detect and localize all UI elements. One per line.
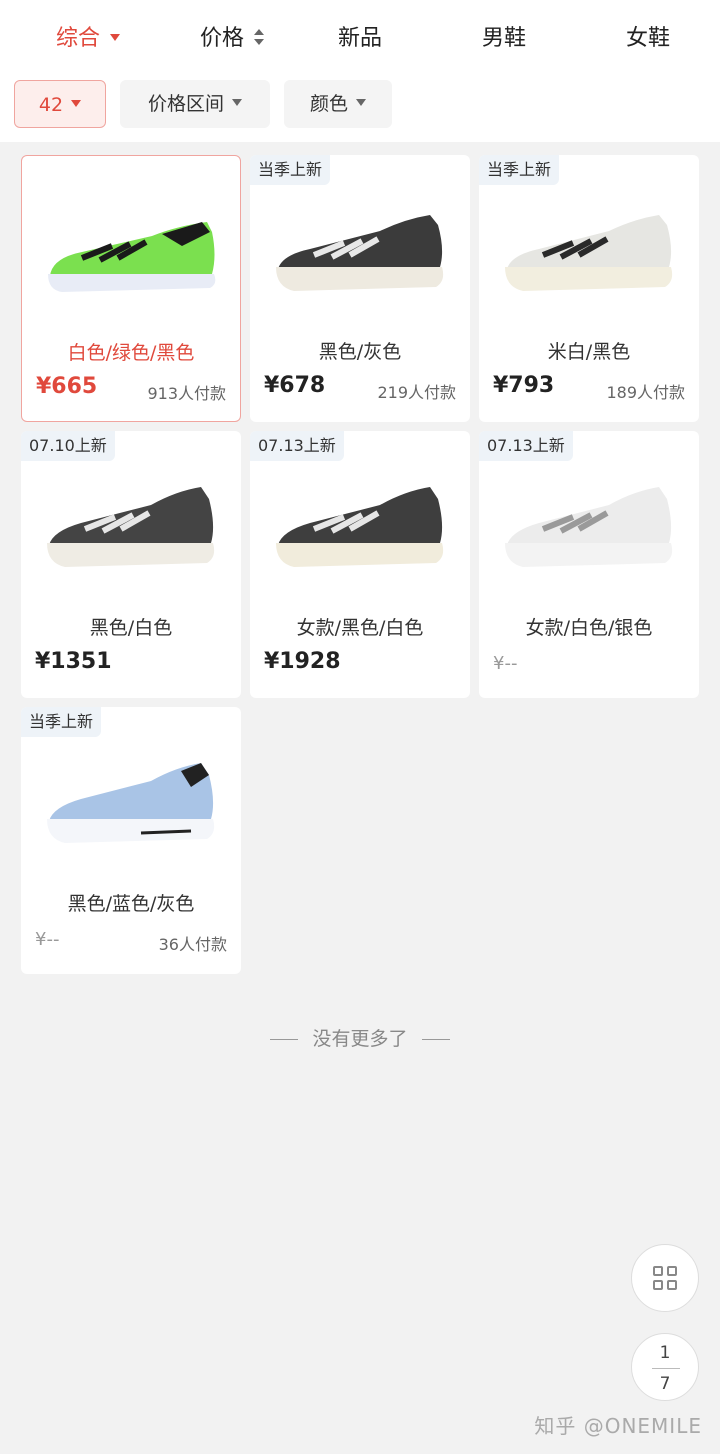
tab-label: 男鞋 [481,26,526,51]
divider [421,1039,450,1040]
current-page: 1 [659,1343,671,1363]
paid-count: 219人付款 [377,383,456,402]
product-price: ¥678 [264,373,326,398]
new-badge: 07.10上新 [21,431,115,461]
shoe-image [276,487,444,567]
page-indicator[interactable]: 1 7 [631,1333,699,1401]
product-price: ¥1351 [35,649,112,674]
tab-comprehensive[interactable]: 综合 [48,22,128,56]
dropdown-arrow-icon [110,33,120,41]
product-name: 女款/黑色/白色 [296,617,424,639]
product-card[interactable]: 07.10上新 黑色/白色 ¥1351 [21,431,241,698]
product-card[interactable]: 当季上新 黑色/蓝色/灰色 ¥-- 36人付款 [21,707,241,974]
tab-new[interactable]: 新品 [320,22,400,56]
grid-view-button[interactable] [631,1244,699,1312]
divider [270,1039,299,1040]
tab-men[interactable]: 男鞋 [464,22,544,56]
paid-count: 36人付款 [158,935,227,954]
no-more-indicator: 没有更多了 [0,1024,720,1051]
product-card[interactable]: 当季上新 黑色/灰色 ¥678 219人付款 [250,155,470,422]
product-price: ¥-- [35,929,60,950]
dropdown-arrow-icon [232,99,242,106]
total-pages: 7 [659,1374,671,1394]
paid-count: 913人付款 [147,384,226,403]
no-more-text: 没有更多了 [312,1028,408,1050]
product-price: ¥665 [36,374,98,399]
filter-price-range[interactable]: 价格区间 [120,80,270,128]
product-card[interactable]: 白色/绿色/黑色 ¥665 913人付款 [21,155,241,422]
shoe-image [505,487,673,567]
dropdown-arrow-icon [356,99,366,106]
tab-label: 新品 [337,26,382,51]
product-price: ¥793 [493,373,555,398]
sort-tabs: 综合 价格 新品 男鞋 女鞋 [0,0,720,78]
shoe-image [505,215,673,291]
sort-updown-icon [254,29,264,45]
shoe-image [48,222,216,292]
filter-color[interactable]: 颜色 [284,80,392,128]
product-card[interactable]: 当季上新 米白/黑色 ¥793 189人付款 [479,155,699,422]
product-name: 黑色/灰色 [318,341,402,363]
tab-label: 女鞋 [625,26,670,51]
shoe-image [276,215,444,291]
divider [652,1368,680,1369]
product-name: 女款/白色/银色 [525,617,653,639]
product-name: 黑色/蓝色/灰色 [67,893,195,915]
tab-women[interactable]: 女鞋 [608,22,688,56]
watermark: 知乎 @ONEMILE [534,1414,702,1438]
new-badge: 07.13上新 [479,431,573,461]
grid-icon [653,1266,679,1292]
filter-label: 42 [38,94,64,116]
product-card[interactable]: 07.13上新 女款/白色/银色 ¥-- [479,431,699,698]
product-name: 黑色/白色 [89,617,173,639]
filter-size[interactable]: 42 [14,80,106,128]
filter-label: 价格区间 [147,93,224,115]
product-price: ¥-- [493,653,518,674]
tab-label: 综合 [55,26,100,51]
dropdown-arrow-icon [71,100,82,107]
tab-price[interactable]: 价格 [192,22,272,56]
paid-count: 189人付款 [606,383,685,402]
shoe-image [47,487,215,567]
product-name: 米白/黑色 [547,341,631,363]
filter-label: 颜色 [309,93,348,115]
new-badge: 当季上新 [21,707,102,737]
top-bar: 综合 价格 新品 男鞋 女鞋 42 价格区间 颜色 [0,0,720,142]
shoe-image [47,763,215,843]
new-badge: 当季上新 [250,155,331,185]
new-badge: 07.13上新 [250,431,344,461]
product-name: 白色/绿色/黑色 [67,342,195,364]
product-price: ¥1928 [264,649,341,674]
new-badge: 当季上新 [479,155,560,185]
product-card[interactable]: 07.13上新 女款/黑色/白色 ¥1928 [250,431,470,698]
tab-label: 价格 [199,26,244,51]
